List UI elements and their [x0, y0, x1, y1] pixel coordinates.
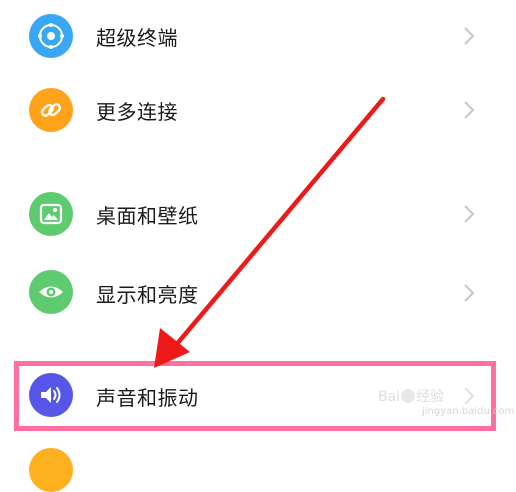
watermark-url: jingyan.baidu.com: [422, 406, 515, 417]
chevron-right-icon: [464, 284, 475, 302]
baidu-watermark: Bai 经验 jingyan.baidu.com: [378, 386, 514, 417]
chevron-right-icon: [464, 101, 475, 119]
settings-item-label: 桌面和壁纸: [96, 204, 199, 228]
wallpaper-icon: [29, 192, 73, 236]
chevron-right-icon: [464, 387, 475, 405]
link-icon: [29, 88, 73, 132]
watermark-brand-suffix: 经验: [416, 389, 445, 405]
settings-item-label: 声音和振动: [96, 386, 199, 410]
super-terminal-icon: [29, 14, 73, 58]
settings-item-more-connections[interactable]: 更多连接: [0, 74, 516, 150]
settings-item-display-brightness[interactable]: 显示和亮度: [0, 254, 516, 330]
next-item-icon-partial: [29, 448, 73, 492]
paw-icon: [401, 389, 416, 403]
settings-item-super-terminal[interactable]: 超级终端: [0, 0, 516, 74]
chevron-right-icon: [464, 205, 475, 223]
settings-item-label: 更多连接: [96, 100, 178, 124]
settings-item-desktop-wallpaper[interactable]: 桌面和壁纸: [0, 176, 516, 252]
settings-item-label: 显示和亮度: [96, 283, 199, 307]
watermark-brand-prefix: Bai: [378, 389, 401, 405]
settings-item-label: 超级终端: [96, 26, 178, 50]
chevron-right-icon: [464, 27, 475, 45]
speaker-icon: [29, 373, 73, 417]
eye-icon: [29, 270, 73, 314]
